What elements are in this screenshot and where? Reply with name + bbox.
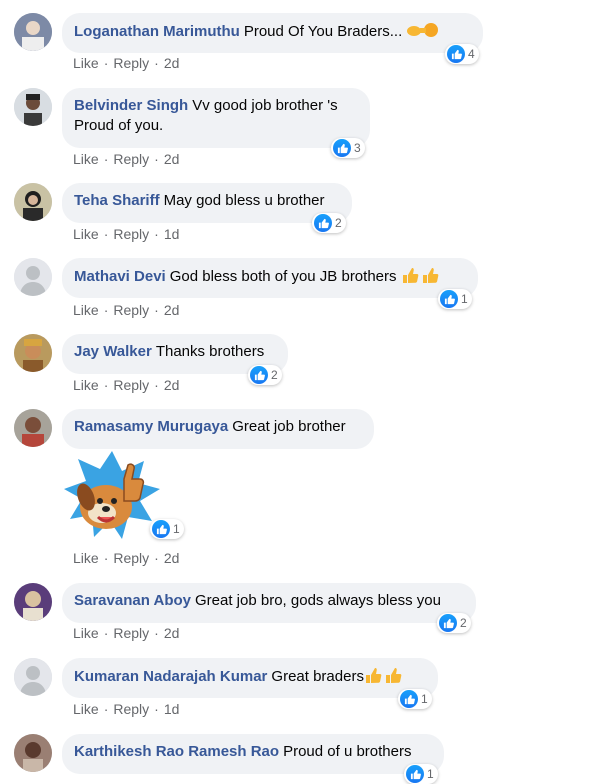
- comment-text: Thanks brothers: [155, 343, 265, 360]
- like-link[interactable]: Like: [73, 701, 99, 717]
- thumbs-up-icon: [439, 614, 457, 632]
- comment-time[interactable]: 2d: [164, 377, 180, 393]
- reaction-number: 1: [427, 767, 434, 781]
- comment-actions: Like · Reply · 2d: [73, 550, 180, 566]
- reaction-number: 4: [468, 47, 475, 61]
- reaction-count[interactable]: 2: [437, 613, 471, 633]
- comment-text: God bless both of you JB brothers: [169, 268, 397, 285]
- comment-author[interactable]: Belvinder Singh: [74, 97, 188, 114]
- reaction-count[interactable]: 1: [438, 289, 472, 309]
- comment-time[interactable]: 2d: [164, 625, 180, 641]
- thumbs-up-icon: [250, 366, 268, 384]
- comment-actions: Like · Reply · 2d: [73, 55, 180, 71]
- comment-text: Vv good job brother 's: [192, 97, 338, 114]
- comment-author[interactable]: Mathavi Devi: [74, 268, 166, 285]
- comment-bubble: Teha Shariff May god bless u brother: [62, 183, 352, 223]
- comment-actions: Like · Reply · 1d: [73, 226, 180, 242]
- thumbs-up-icon: [447, 45, 465, 63]
- comment-bubble: Saravanan Aboy Great job bro, gods always…: [62, 583, 476, 623]
- like-link[interactable]: Like: [73, 377, 99, 393]
- comment-actions: Like · Reply · 2d: [73, 377, 180, 393]
- reaction-number: 2: [335, 216, 342, 230]
- thumbs-up-icon: [314, 214, 332, 232]
- comment-text: Great job brother: [232, 418, 346, 435]
- comment-text: May god bless u brother: [163, 192, 325, 209]
- comment-time[interactable]: 1d: [164, 701, 180, 717]
- thumbs-up-icon: [152, 520, 170, 538]
- avatar[interactable]: [14, 88, 52, 126]
- comment-time[interactable]: 2d: [164, 550, 180, 566]
- comment-text: Great braders: [271, 668, 364, 685]
- comment-text: Great job bro, gods always bless you: [195, 592, 441, 609]
- like-link[interactable]: Like: [73, 226, 99, 242]
- comment-author[interactable]: Ramasamy Murugaya: [74, 418, 228, 435]
- reply-link[interactable]: Reply: [113, 625, 149, 641]
- thumbs-up-icon: [406, 765, 424, 783]
- avatar[interactable]: [14, 13, 52, 51]
- comment-bubble: Karthikesh Rao Ramesh Rao Proud of u brot…: [62, 734, 444, 774]
- thumbs-up-emoji-icon: [364, 666, 404, 690]
- thumbs-up-icon: [400, 690, 418, 708]
- comment-author[interactable]: Kumaran Nadarajah Kumar: [74, 668, 267, 685]
- avatar[interactable]: [14, 583, 52, 621]
- avatar[interactable]: [14, 258, 52, 296]
- comment-author[interactable]: Saravanan Aboy: [74, 592, 191, 609]
- comment-author[interactable]: Teha Shariff: [74, 192, 160, 209]
- comment-bubble: Kumaran Nadarajah Kumar Great braders: [62, 658, 438, 698]
- like-link[interactable]: Like: [73, 151, 99, 167]
- dog-thumbs-up-sticker: [62, 449, 162, 544]
- reaction-number: 2: [271, 368, 278, 382]
- reaction-number: 1: [421, 692, 428, 706]
- reaction-count[interactable]: 2: [248, 365, 282, 385]
- reaction-number: 2: [460, 616, 467, 630]
- thumbs-up-icon: [440, 290, 458, 308]
- comment-time[interactable]: 2d: [164, 302, 180, 318]
- handshake-emoji-icon: [406, 21, 440, 45]
- reaction-count[interactable]: 2: [312, 213, 346, 233]
- reaction-number: 3: [354, 141, 361, 155]
- reaction-count[interactable]: 1: [404, 764, 438, 784]
- comment-bubble: Loganathan Marimuthu Proud Of You Braders…: [62, 13, 483, 53]
- comment-bubble: Ramasamy Murugaya Great job brother: [62, 409, 374, 449]
- reaction-number: 1: [173, 522, 180, 536]
- comment-text: Proud Of You Braders...: [243, 23, 403, 40]
- like-link[interactable]: Like: [73, 55, 99, 71]
- comment-actions: Like · Reply · 1d: [73, 701, 180, 717]
- comment-text: Proud of u brothers: [283, 743, 412, 760]
- avatar[interactable]: [14, 734, 52, 772]
- reply-link[interactable]: Reply: [113, 302, 149, 318]
- reaction-number: 1: [461, 292, 468, 306]
- reply-link[interactable]: Reply: [113, 377, 149, 393]
- comment-bubble: Mathavi Devi God bless both of you JB bro…: [62, 258, 478, 298]
- like-link[interactable]: Like: [73, 625, 99, 641]
- thumbs-up-emoji-icon: [401, 266, 441, 290]
- comment-actions: Like · Reply · 2d: [73, 625, 180, 641]
- comment-author[interactable]: Karthikesh Rao Ramesh Rao: [74, 743, 279, 760]
- reaction-count[interactable]: 3: [331, 138, 365, 158]
- comment-author[interactable]: Loganathan Marimuthu: [74, 23, 240, 40]
- like-link[interactable]: Like: [73, 302, 99, 318]
- comment-actions: Like · Reply · 2d: [73, 302, 180, 318]
- comment-time[interactable]: 2d: [164, 151, 180, 167]
- comment-bubble: Belvinder Singh Vv good job brother 's Pr…: [62, 88, 370, 148]
- comment-time[interactable]: 1d: [164, 226, 180, 242]
- comment-time[interactable]: 2d: [164, 55, 180, 71]
- like-link[interactable]: Like: [73, 550, 99, 566]
- reply-link[interactable]: Reply: [113, 151, 149, 167]
- reply-link[interactable]: Reply: [113, 701, 149, 717]
- avatar[interactable]: [14, 334, 52, 372]
- reply-link[interactable]: Reply: [113, 550, 149, 566]
- reply-link[interactable]: Reply: [113, 55, 149, 71]
- reply-link[interactable]: Reply: [113, 226, 149, 242]
- comment-actions: Like · Reply · 2d: [73, 151, 180, 167]
- avatar[interactable]: [14, 658, 52, 696]
- comment-author[interactable]: Jay Walker: [74, 343, 152, 360]
- reaction-count[interactable]: 1: [150, 519, 184, 539]
- comment-text-line2: Proud of you.: [74, 117, 164, 134]
- avatar[interactable]: [14, 183, 52, 221]
- reaction-count[interactable]: 1: [398, 689, 432, 709]
- thumbs-up-icon: [333, 139, 351, 157]
- avatar[interactable]: [14, 409, 52, 447]
- reaction-count[interactable]: 4: [445, 44, 479, 64]
